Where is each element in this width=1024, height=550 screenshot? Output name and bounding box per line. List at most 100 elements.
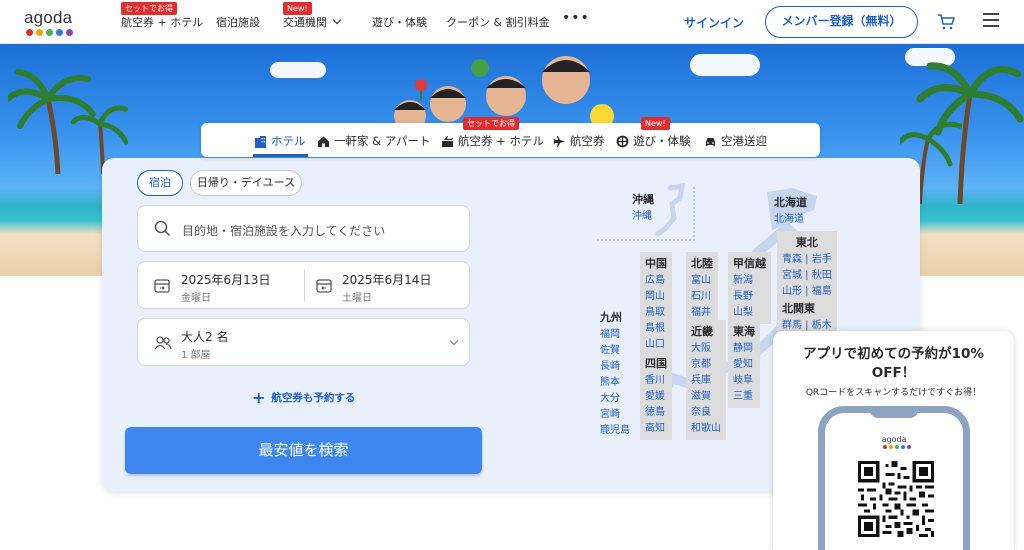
activity-icon bbox=[616, 135, 629, 147]
car-icon bbox=[706, 137, 715, 146]
active-tab-indicator bbox=[253, 154, 308, 157]
date-divider bbox=[304, 270, 305, 302]
region-link[interactable]: 広島 bbox=[645, 273, 667, 289]
date-range-picker[interactable]: 2025年6月13日 金曜日 2025年6月14日 土曜日 bbox=[137, 261, 470, 309]
region-link[interactable]: 宮崎 bbox=[600, 407, 630, 423]
region-title: 北関東 bbox=[782, 302, 815, 315]
tab-house-apartment[interactable]: 一軒家 & アパート bbox=[317, 133, 431, 149]
region-okinawa[interactable]: 沖縄 沖縄 bbox=[627, 188, 659, 228]
region-link[interactable]: 熊本 bbox=[600, 375, 630, 391]
region-link[interactable]: 香川 bbox=[645, 373, 667, 389]
region-koshinetsu[interactable]: 甲信越 新潟 長野 山梨 bbox=[728, 252, 771, 324]
register-button[interactable]: メンバー登録（無料） bbox=[765, 6, 918, 38]
region-link[interactable]: 京都 bbox=[691, 357, 721, 373]
region-link[interactable]: 山口 bbox=[645, 337, 667, 353]
region-link[interactable]: 和歌山 bbox=[691, 421, 721, 437]
region-link[interactable]: 長野 bbox=[733, 289, 766, 305]
region-link[interactable]: 山梨 bbox=[733, 305, 766, 321]
region-link[interactable]: 愛知 bbox=[733, 357, 755, 373]
phone-notch bbox=[870, 406, 918, 418]
region-link[interactable]: 福井 bbox=[691, 305, 713, 321]
region-chugoku[interactable]: 中国 広島 岡山 鳥取 島根 山口 bbox=[640, 252, 672, 356]
region-link[interactable]: 北海道 bbox=[774, 212, 807, 228]
tab-house-label: 一軒家 & アパート bbox=[334, 134, 431, 148]
tab-flight-hotel[interactable]: 航空券 + ホテル bbox=[441, 133, 544, 149]
region-link[interactable]: 宮城 | 秋田 bbox=[782, 268, 832, 284]
region-title: 甲信越 bbox=[733, 257, 766, 270]
tab-hotel-label: ホテル bbox=[271, 134, 306, 148]
region-title: 北陸 bbox=[691, 257, 713, 270]
region-link[interactable]: 兵庫 bbox=[691, 373, 721, 389]
region-link[interactable]: 石川 bbox=[691, 289, 713, 305]
guests-selector[interactable]: 大人2 名 1 部屋 bbox=[137, 318, 470, 366]
region-title: 中国 bbox=[645, 257, 667, 270]
region-link[interactable]: 三重 bbox=[733, 389, 755, 405]
tab-airport-transfer[interactable]: 空港送迎 bbox=[704, 133, 767, 149]
nav-transport[interactable]: 交通機関 bbox=[283, 14, 342, 30]
cart-icon[interactable] bbox=[937, 13, 955, 31]
tab-flight-hotel-label: 航空券 + ホテル bbox=[458, 134, 544, 148]
region-link[interactable]: 島根 bbox=[645, 321, 667, 337]
phone-logo-dots bbox=[883, 445, 911, 449]
hotel-icon bbox=[255, 135, 266, 148]
region-link[interactable]: 高知 bbox=[645, 421, 667, 437]
tab-badge-bundle: セットでお得 bbox=[463, 117, 519, 130]
mode-tab-dayuse[interactable]: 日帰り・デイユース bbox=[190, 170, 302, 196]
region-link[interactable]: 鹿児島 bbox=[600, 423, 630, 439]
region-link[interactable]: 愛媛 bbox=[645, 389, 667, 405]
tab-hotel[interactable]: ホテル bbox=[254, 133, 306, 149]
add-flight-link[interactable]: + 航空券も予約する bbox=[252, 389, 355, 405]
qr-code-icon[interactable] bbox=[858, 461, 934, 537]
region-link[interactable]: 奈良 bbox=[691, 405, 721, 421]
region-tokai[interactable]: 東海 静岡 愛知 岐阜 三重 bbox=[728, 320, 760, 408]
agoda-logo[interactable]: agoda bbox=[24, 8, 80, 38]
checkout-weekday: 土曜日 bbox=[342, 293, 372, 304]
mode-tab-stay[interactable]: 宿泊 bbox=[137, 170, 183, 196]
region-link[interactable]: 富山 bbox=[691, 273, 713, 289]
destination-search-input[interactable]: 目的地・宿泊施設を入力してください bbox=[137, 205, 470, 252]
region-link[interactable]: 青森 | 岩手 bbox=[782, 252, 832, 268]
more-menu-icon[interactable]: ••• bbox=[562, 10, 590, 26]
region-link[interactable]: 鳥取 bbox=[645, 305, 667, 321]
tab-flights[interactable]: 航空券 bbox=[553, 133, 605, 149]
checkin-date: 2025年6月13日 bbox=[181, 273, 271, 287]
region-link[interactable]: 長崎 bbox=[600, 359, 630, 375]
checkin-calendar-icon bbox=[154, 279, 170, 293]
region-link[interactable]: 福岡 bbox=[600, 327, 630, 343]
region-kinki[interactable]: 近畿 大阪 京都 兵庫 滋賀 奈良 和歌山 bbox=[686, 320, 726, 440]
guests-icon bbox=[154, 336, 172, 350]
region-link[interactable]: 徳島 bbox=[645, 405, 667, 421]
tab-activities[interactable]: 遊び・体験 bbox=[616, 133, 691, 149]
signin-link[interactable]: サインイン bbox=[684, 14, 744, 31]
region-hokuriku[interactable]: 北陸 富山 石川 福井 bbox=[686, 252, 718, 324]
region-shikoku[interactable]: 四国 香川 愛媛 徳島 高知 bbox=[640, 352, 672, 440]
hamburger-menu-icon[interactable] bbox=[983, 13, 999, 27]
region-link[interactable]: 新潟 bbox=[733, 273, 766, 289]
region-title: 東海 bbox=[733, 325, 755, 338]
region-link[interactable]: 佐賀 bbox=[600, 343, 630, 359]
nav-flight-hotel[interactable]: 航空券 + ホテル bbox=[121, 14, 203, 30]
region-link[interactable]: 岐阜 bbox=[733, 373, 755, 389]
region-link[interactable]: 沖縄 bbox=[632, 209, 654, 225]
search-button[interactable]: 最安値を検索 bbox=[125, 427, 482, 474]
rooms-count: 1 部屋 bbox=[181, 350, 211, 361]
region-link[interactable]: 岡山 bbox=[645, 289, 667, 305]
region-tohoku[interactable]: 東北 青森 | 岩手 宮城 | 秋田 山形 | 福島 bbox=[777, 231, 837, 303]
phone-agoda-logo: agoda bbox=[881, 435, 907, 444]
checkin-weekday: 金曜日 bbox=[181, 293, 211, 304]
promo-title: アプリで初めての予約が10% OFF！ bbox=[773, 345, 1014, 383]
nav-coupons[interactable]: クーポン & 割引料金 bbox=[446, 14, 550, 30]
hero-people-illustration bbox=[394, 56, 614, 124]
top-header: agoda セットでお得 航空券 + ホテル 宿泊施設 New! 交通機関 遊び… bbox=[0, 0, 1024, 44]
nav-accommodation[interactable]: 宿泊施設 bbox=[216, 14, 260, 30]
region-kyushu[interactable]: 九州 福岡 佐賀 長崎 熊本 大分 宮崎 鹿児島 bbox=[595, 306, 635, 442]
nav-activities[interactable]: 遊び・体験 bbox=[372, 14, 427, 30]
tab-badge-new: New! bbox=[641, 117, 670, 130]
promo-title-line2: OFF！ bbox=[871, 365, 916, 381]
region-link[interactable]: 大分 bbox=[600, 391, 630, 407]
region-hokkaido[interactable]: 北海道 北海道 bbox=[769, 191, 812, 231]
region-link[interactable]: 静岡 bbox=[733, 341, 755, 357]
region-link[interactable]: 滋賀 bbox=[691, 389, 721, 405]
region-link[interactable]: 大阪 bbox=[691, 341, 721, 357]
logo-dots bbox=[26, 29, 73, 36]
